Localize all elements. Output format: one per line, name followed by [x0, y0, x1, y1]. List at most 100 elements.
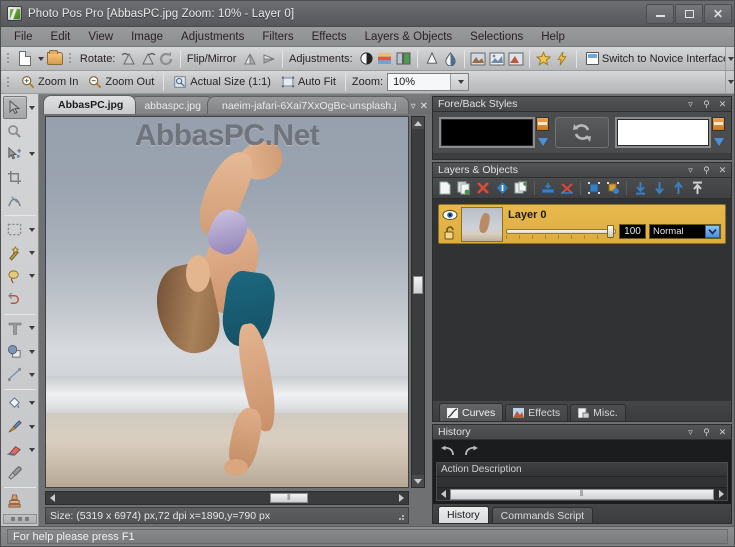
new-document-dropdown[interactable] [36, 49, 45, 68]
paint-bucket-tool[interactable] [2, 392, 38, 415]
path-tool[interactable] [2, 190, 38, 213]
crop-tool[interactable] [2, 166, 38, 189]
close-icon[interactable]: ✕ [717, 427, 728, 438]
group-layers-button[interactable] [585, 180, 603, 197]
delete-layer-button[interactable] [474, 180, 492, 197]
blend-mode-select[interactable]: Normal [649, 224, 721, 239]
canvas-horizontal-scrollbar[interactable]: ⦀ [45, 491, 409, 505]
opacity-knob[interactable] [607, 225, 614, 238]
chevron-down-icon[interactable] [28, 326, 35, 331]
vertical-scroll-thumb[interactable] [413, 276, 423, 295]
background-gradient-button[interactable] [712, 117, 725, 131]
swap-colors-button[interactable] [555, 117, 609, 148]
lasso-tool[interactable] [2, 265, 38, 288]
magic-wand-tool[interactable] [2, 241, 38, 264]
menu-help[interactable]: Help [532, 29, 574, 45]
pin-icon[interactable]: ⚲ [701, 99, 712, 110]
tool-options-strip[interactable] [2, 513, 37, 525]
quick-fix-button[interactable] [554, 49, 571, 68]
pin-icon[interactable]: ⚲ [701, 165, 712, 176]
close-icon[interactable]: ✕ [717, 99, 728, 110]
chevron-down-icon[interactable] [28, 152, 35, 157]
image-canvas[interactable]: AbbasPC.Net [45, 116, 409, 488]
history-scroll-left[interactable] [437, 489, 449, 500]
redo-icon[interactable] [464, 445, 479, 457]
move-tool[interactable] [2, 143, 38, 166]
zoom-out-button[interactable]: Zoom Out [83, 74, 159, 90]
close-button[interactable]: ✕ [704, 3, 732, 24]
undo-icon[interactable] [440, 445, 455, 457]
unlock-icon[interactable] [441, 225, 458, 241]
resize-grip-icon[interactable] [395, 511, 405, 521]
flip-horizontal-button[interactable] [260, 49, 277, 68]
collapse-icon[interactable]: ▿ [685, 165, 696, 176]
image-filter-button[interactable] [489, 49, 506, 68]
zoom-toolbar-grip[interactable] [6, 73, 13, 91]
toolbar-grip[interactable] [6, 50, 13, 67]
zoom-toolbar-overflow[interactable] [725, 71, 734, 93]
switch-novice-interface-button[interactable]: Switch to Novice Interface [581, 51, 734, 66]
foreground-color-swatch[interactable] [439, 117, 535, 148]
chevron-down-icon[interactable] [28, 105, 35, 110]
zoom-dropdown-button[interactable] [450, 74, 469, 90]
tab-history[interactable]: History [438, 506, 489, 523]
chevron-down-icon[interactable] [28, 274, 35, 279]
minimize-button[interactable] [646, 3, 674, 24]
collapse-icon[interactable]: ▿ [685, 427, 696, 438]
tab-commands-script[interactable]: Commands Script [491, 507, 594, 523]
favorites-button[interactable] [535, 49, 552, 68]
tab-misc[interactable]: Misc. [570, 404, 626, 421]
close-icon[interactable]: ✕ [717, 165, 728, 176]
history-list[interactable]: Action Description ⦀ [436, 462, 728, 501]
text-tool[interactable] [2, 317, 38, 340]
selection-edit-tool[interactable] [2, 288, 38, 311]
menu-effects[interactable]: Effects [303, 29, 356, 45]
actual-size-button[interactable]: Actual Size (1:1) [168, 74, 276, 90]
menu-filters[interactable]: Filters [253, 29, 302, 45]
history-scroll-thumb[interactable]: ⦀ [450, 488, 714, 500]
chevron-down-icon[interactable] [28, 251, 35, 256]
blend-mode-dropdown-icon[interactable] [705, 225, 720, 238]
rectangle-select-tool[interactable] [2, 218, 38, 241]
eye-icon[interactable] [441, 207, 458, 223]
auto-fit-button[interactable]: Auto Fit [276, 74, 341, 90]
image-effects-button[interactable] [470, 49, 487, 68]
chevron-down-icon[interactable] [28, 401, 35, 406]
opacity-slider[interactable] [506, 225, 616, 239]
brightness-contrast-button[interactable] [358, 49, 375, 68]
hue-button[interactable] [423, 49, 440, 68]
new-layer-button[interactable] [436, 180, 454, 197]
menu-layers-objects[interactable]: Layers & Objects [356, 29, 462, 45]
document-tab-abbaspc-jpg[interactable]: AbbasPC.jpg [43, 95, 137, 114]
maximize-button[interactable] [675, 3, 703, 24]
menu-edit[interactable]: Edit [42, 29, 80, 45]
chevron-down-icon[interactable] [28, 227, 35, 232]
scroll-up-button[interactable] [412, 117, 424, 129]
merge-down-button[interactable] [539, 180, 557, 197]
menu-adjustments[interactable]: Adjustments [172, 29, 253, 45]
history-horizontal-scrollbar[interactable]: ⦀ [437, 487, 727, 500]
rotate-free-button[interactable] [158, 49, 175, 68]
foreground-picker-button[interactable] [536, 135, 549, 148]
tab-effects[interactable]: Effects [505, 404, 569, 421]
foreground-gradient-button[interactable] [536, 117, 549, 131]
rotate-left-button[interactable] [120, 49, 137, 68]
history-scroll-right[interactable] [715, 489, 727, 500]
send-to-bottom-button[interactable] [631, 180, 649, 197]
document-tab-naeim-jafari[interactable]: naeim-jafari-6Xai7XxOgBc-unsplash.j [206, 96, 410, 114]
send-to-top-button[interactable] [688, 180, 706, 197]
collapse-icon[interactable]: ▿ [685, 99, 696, 110]
layer-properties-button[interactable] [493, 180, 511, 197]
shape-tool[interactable] [2, 340, 38, 363]
pin-icon[interactable]: ⚲ [701, 427, 712, 438]
chevron-down-icon[interactable] [28, 424, 35, 429]
move-down-button[interactable] [650, 180, 668, 197]
rotate-group-grip[interactable] [67, 50, 75, 67]
brush-tool[interactable] [2, 415, 38, 438]
menu-file[interactable]: File [5, 29, 42, 45]
duplicate-layer-button[interactable] [455, 180, 473, 197]
open-file-button[interactable] [47, 49, 64, 68]
menu-view[interactable]: View [79, 29, 122, 45]
move-up-button[interactable] [669, 180, 687, 197]
chevron-down-icon[interactable] [28, 448, 35, 453]
